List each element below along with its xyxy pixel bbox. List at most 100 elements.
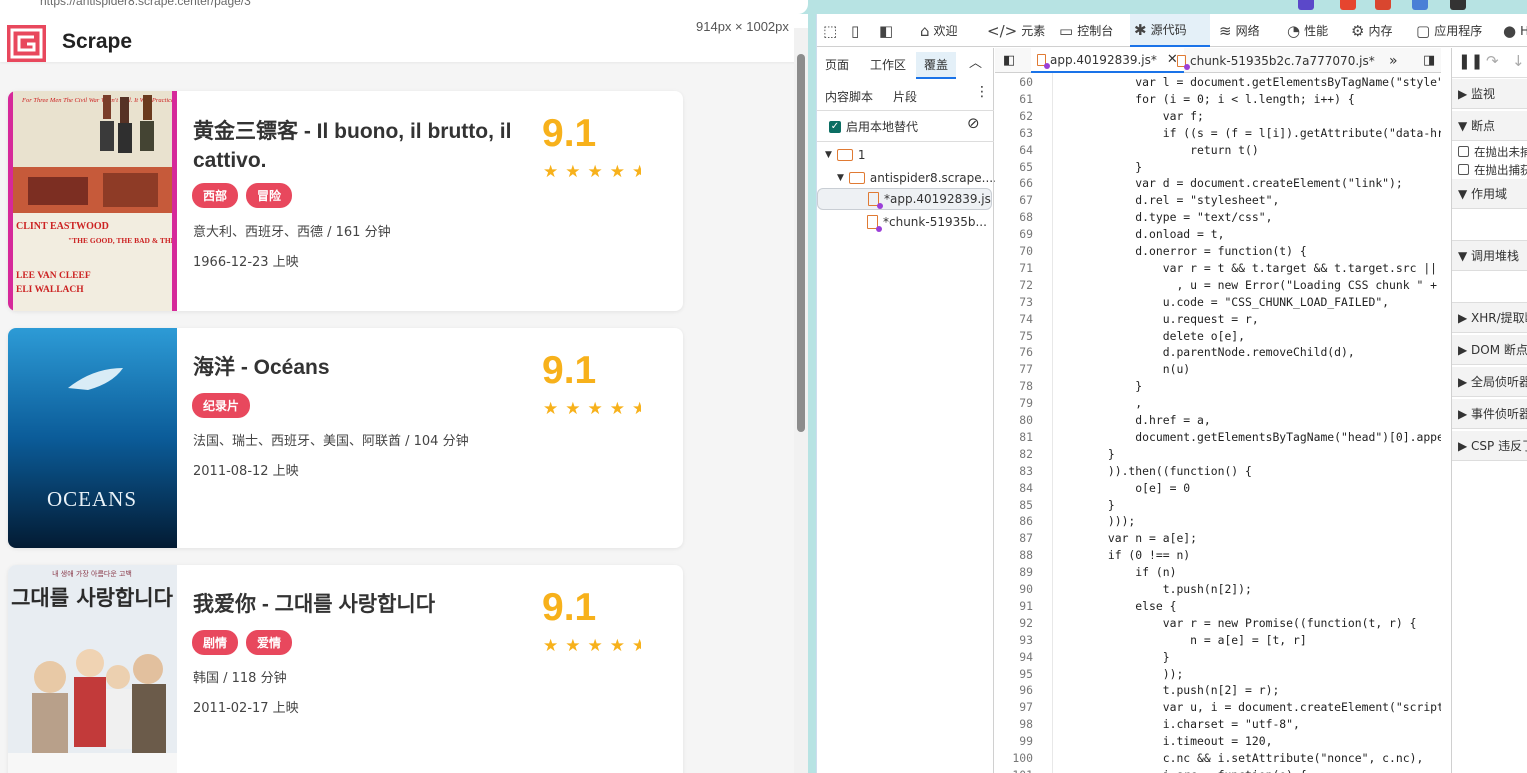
line-number[interactable]: 98 [995, 717, 1033, 731]
more-options-icon[interactable]: ⋮ [975, 84, 989, 100]
extension-badge-icon[interactable] [1298, 0, 1314, 10]
page-scrollbar[interactable] [794, 28, 808, 773]
tab-gauge[interactable]: ◔ 性能 [1283, 14, 1339, 47]
clear-overrides-icon[interactable]: ⊘ [967, 114, 980, 132]
line-number[interactable]: 71 [995, 261, 1033, 275]
device-emulation-icon[interactable]: ▯ [851, 14, 859, 47]
collapse-icon[interactable]: ︿ [969, 52, 982, 71]
tab-code[interactable]: </> 元素 [983, 14, 1047, 47]
pause-on-exception-checkbox[interactable]: 在抛出未捕获的异常时暂停 [1452, 143, 1527, 161]
line-number[interactable]: 94 [995, 650, 1033, 664]
debugger-section[interactable]: ▼ 断点 [1452, 111, 1527, 141]
tree-folder[interactable]: ▼ 1 [825, 148, 866, 162]
line-number[interactable]: 69 [995, 227, 1033, 241]
nav-tab-page[interactable]: 页面 [825, 56, 849, 73]
debugger-section[interactable]: ▶ DOM 断点 [1452, 335, 1527, 365]
tab-wifi[interactable]: ≋ 网络 [1215, 14, 1275, 47]
line-number[interactable]: 85 [995, 498, 1033, 512]
tab-app[interactable]: ▢ 应用程序 [1412, 14, 1492, 47]
movie-poster[interactable]: For Three Men The Civil War Wasn't Hell.… [8, 91, 177, 311]
movie-poster[interactable]: 내 생애 가장 아름다운 고백 그대를 사랑합니다 [8, 565, 177, 773]
line-number[interactable]: 70 [995, 244, 1033, 258]
tab-bug[interactable]: ✱ 源代码 [1130, 14, 1210, 47]
page-scrollbar-thumb[interactable] [797, 54, 805, 432]
line-number[interactable]: 68 [995, 210, 1033, 224]
movie-poster[interactable]: OCEANS [8, 328, 177, 548]
debugger-section[interactable]: ▶ XHR/提取断点 [1452, 303, 1527, 333]
line-number[interactable]: 62 [995, 109, 1033, 123]
device-toolbar-icon[interactable]: ⬚ [823, 14, 837, 47]
line-number[interactable]: 80 [995, 413, 1033, 427]
line-number[interactable]: 97 [995, 700, 1033, 714]
line-number[interactable]: 67 [995, 193, 1033, 207]
tab-console[interactable]: ▭ 控制台 [1055, 14, 1123, 47]
debugger-section[interactable]: ▶ 事件侦听器断点 [1452, 399, 1527, 429]
line-number[interactable]: 66 [995, 176, 1033, 190]
line-number[interactable]: 83 [995, 464, 1033, 478]
line-number[interactable]: 96 [995, 683, 1033, 697]
line-number[interactable]: 74 [995, 312, 1033, 326]
line-number[interactable]: 79 [995, 396, 1033, 410]
editor-tab-chunk[interactable]: chunk-51935b2c.7a777070.js* [1177, 48, 1375, 73]
tab-gear[interactable]: ⚙ 内存 [1347, 14, 1405, 47]
editor-tab-app[interactable]: app.40192839.js* ✕ [1031, 48, 1184, 73]
line-number[interactable]: 87 [995, 531, 1033, 545]
debugger-section[interactable]: ▼ 作用域 [1452, 179, 1527, 209]
line-number[interactable]: 86 [995, 514, 1033, 528]
line-number[interactable]: 60 [995, 75, 1033, 89]
line-number[interactable]: 99 [995, 734, 1033, 748]
line-number[interactable]: 90 [995, 582, 1033, 596]
pause-on-exception-checkbox[interactable]: 在抛出捕获的异常时暂停 [1452, 161, 1527, 179]
debugger-section[interactable]: ▶ 全局侦听器 [1452, 367, 1527, 397]
enable-overrides-checkbox[interactable]: ✓ 启用本地替代 [829, 118, 918, 135]
line-number[interactable]: 72 [995, 278, 1033, 292]
toggle-navigator-icon[interactable]: ◧ [1003, 48, 1015, 73]
line-number[interactable]: 76 [995, 345, 1033, 359]
line-number[interactable]: 101 [995, 768, 1033, 773]
line-number[interactable]: 100 [995, 751, 1033, 765]
extension-icon[interactable] [1412, 0, 1428, 10]
toggle-debugger-icon[interactable]: ◨ [1423, 48, 1435, 73]
line-number[interactable]: 84 [995, 481, 1033, 495]
dock-side-icon[interactable]: ◧ [879, 14, 893, 47]
line-number[interactable]: 95 [995, 667, 1033, 681]
line-number[interactable]: 81 [995, 430, 1033, 444]
code-area[interactable]: 60 var l = document.getElementsByTagName… [995, 73, 1441, 773]
tab-h[interactable]: ●H [1499, 14, 1527, 47]
step-over-icon[interactable]: ↷ [1486, 52, 1499, 70]
line-number[interactable]: 92 [995, 616, 1033, 630]
line-number[interactable]: 75 [995, 329, 1033, 343]
pause-icon[interactable]: ❚❚ [1458, 52, 1483, 70]
tab-home[interactable]: ⌂ 欢迎 [916, 14, 976, 47]
line-number[interactable]: 88 [995, 548, 1033, 562]
more-tabs-icon[interactable]: » [1389, 48, 1398, 73]
site-brand[interactable]: Scrape [62, 30, 132, 54]
address-bar[interactable]: https://antispider8.scrape.center/page/3 [0, 0, 808, 14]
line-number[interactable]: 93 [995, 633, 1033, 647]
line-number[interactable]: 61 [995, 92, 1033, 106]
line-number[interactable]: 91 [995, 599, 1033, 613]
extension-icon[interactable] [1450, 0, 1466, 10]
debugger-section[interactable]: ▼ 调用堆栈 [1452, 241, 1527, 271]
step-into-icon[interactable]: ↓ [1512, 52, 1525, 70]
line-number[interactable]: 89 [995, 565, 1033, 579]
debugger-section[interactable]: ▶ CSP 违反了断点 [1452, 431, 1527, 461]
debugger-section[interactable]: ▶ 监视 [1452, 79, 1527, 109]
nav-tab-overrides[interactable]: 覆盖 [916, 52, 957, 79]
nav-tab-workspace[interactable]: 工作区 [870, 56, 906, 73]
nav-tab-content-scripts[interactable]: 内容脚本 [825, 88, 873, 105]
line-number[interactable]: 77 [995, 362, 1033, 376]
movie-title[interactable]: 海洋 - Océans [193, 353, 513, 382]
movie-title[interactable]: 黄金三镖客 - Il buono, il brutto, il cattivo. [193, 117, 513, 175]
nav-tab-snippets[interactable]: 片段 [893, 88, 917, 105]
extension-icon[interactable] [1375, 0, 1391, 10]
line-number[interactable]: 63 [995, 126, 1033, 140]
tree-folder[interactable]: ▼ antispider8.scrape.... [837, 171, 997, 185]
tree-file[interactable]: *chunk-51935b... [867, 215, 987, 232]
panel-divider[interactable] [808, 14, 816, 773]
line-number[interactable]: 73 [995, 295, 1033, 309]
line-number[interactable]: 78 [995, 379, 1033, 393]
extension-red-icon[interactable] [1340, 0, 1356, 10]
line-number[interactable]: 65 [995, 160, 1033, 174]
tree-file-selected[interactable]: *app.40192839.js [817, 188, 992, 210]
